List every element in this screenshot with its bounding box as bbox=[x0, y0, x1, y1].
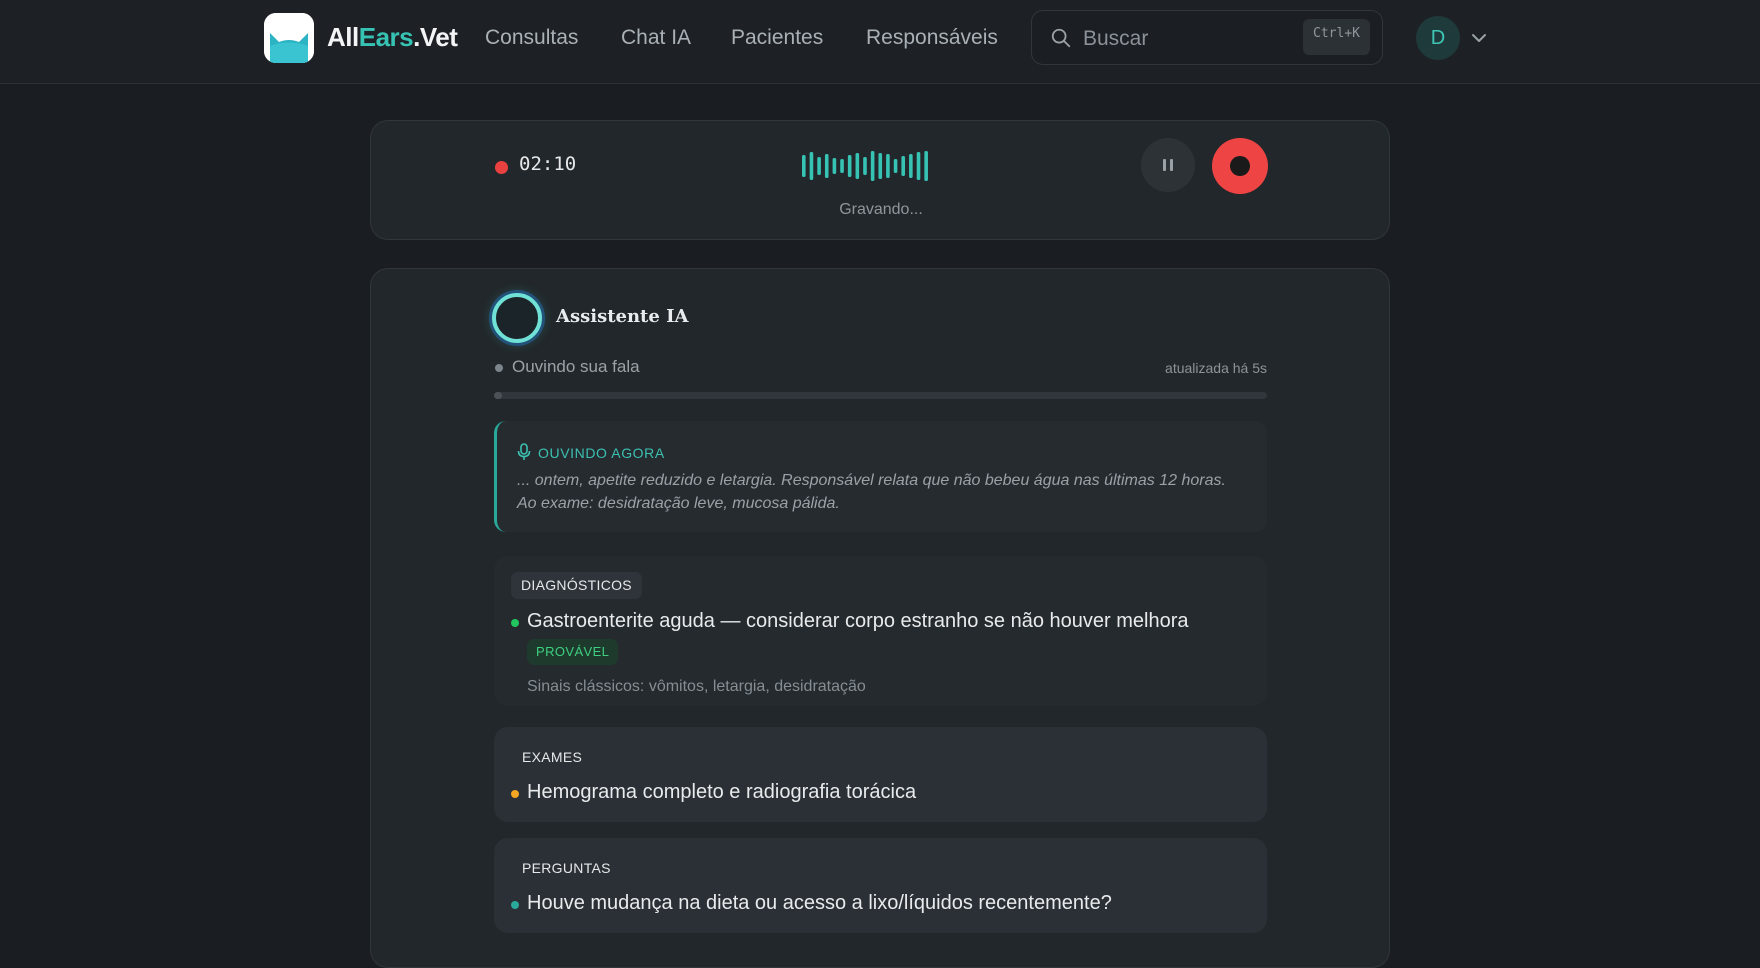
recording-indicator-dot bbox=[495, 161, 508, 174]
questions-heading: PERGUNTAS bbox=[522, 860, 611, 876]
top-navbar: AllEars.Vet Consultas Chat IA Pacientes … bbox=[0, 0, 1760, 84]
assistant-title: Assistente IA bbox=[556, 306, 689, 327]
waveform-bar bbox=[901, 156, 906, 176]
recording-timer: 02:10 bbox=[519, 153, 577, 175]
pause-button[interactable] bbox=[1141, 138, 1195, 192]
brand-part-all: All bbox=[327, 22, 359, 52]
search-placeholder: Buscar bbox=[1083, 27, 1149, 50]
progress-bar bbox=[494, 392, 1267, 399]
ai-orb-icon bbox=[492, 293, 542, 343]
waveform-bar bbox=[870, 151, 875, 181]
assistant-state: Ouvindo sua fala bbox=[512, 357, 640, 376]
waveform-bar bbox=[802, 155, 806, 177]
stop-recording-button[interactable] bbox=[1212, 138, 1268, 194]
exam-bullet bbox=[511, 790, 519, 798]
probability-badge: PROVÁVEL bbox=[527, 639, 619, 665]
diagnosis-bullet bbox=[511, 619, 519, 627]
waveform-bar bbox=[824, 154, 829, 178]
search-shortcut-hint: Ctrl+K bbox=[1303, 19, 1370, 55]
nav-consultas[interactable]: Consultas bbox=[485, 26, 578, 50]
search-input[interactable]: Buscar Ctrl+K bbox=[1031, 10, 1383, 65]
app-logo[interactable] bbox=[264, 13, 314, 63]
live-transcript-heading: OUVINDO AGORA bbox=[538, 445, 665, 461]
state-dot bbox=[495, 364, 503, 372]
diagnosis-detail: Sinais clássicos: vômitos, letargia, des… bbox=[527, 678, 866, 695]
nav-pacientes[interactable]: Pacientes bbox=[731, 26, 823, 50]
search-icon bbox=[1051, 28, 1071, 48]
exams-heading: EXAMES bbox=[522, 749, 583, 765]
diagnosis-item: Gastroenterite aguda — considerar corpo … bbox=[527, 610, 1189, 632]
audio-waveform bbox=[802, 151, 928, 181]
waveform-bar bbox=[893, 159, 898, 173]
pause-icon bbox=[1163, 159, 1173, 171]
waveform-bar bbox=[909, 154, 913, 178]
recording-panel: 02:10 Gravando... bbox=[370, 120, 1390, 240]
live-transcript-box: OUVINDO AGORA ... ontem, apetite reduzid… bbox=[494, 421, 1267, 532]
waveform-bar bbox=[847, 155, 852, 177]
chevron-down-icon[interactable] bbox=[1470, 29, 1488, 47]
waveform-bar bbox=[840, 159, 844, 173]
waveform-bar bbox=[809, 152, 814, 180]
waveform-bar bbox=[916, 152, 921, 180]
question-bullet bbox=[511, 901, 519, 909]
waveform-bar bbox=[855, 153, 860, 179]
waveform-bar bbox=[817, 157, 821, 175]
questions-card: PERGUNTAS Houve mudança na dieta ou aces… bbox=[494, 838, 1267, 933]
progress-fill bbox=[494, 392, 502, 399]
recording-status: Gravando... bbox=[839, 201, 923, 218]
waveform-bar bbox=[863, 157, 867, 175]
stop-icon bbox=[1230, 156, 1250, 176]
ai-assistant-panel: Assistente IA Ouvindo sua fala atualizad… bbox=[370, 268, 1390, 968]
brand-part-ears: Ears bbox=[358, 22, 414, 52]
diagnoses-heading: DIAGNÓSTICOS bbox=[511, 572, 642, 599]
waveform-bar bbox=[832, 158, 837, 174]
cat-logo-icon bbox=[264, 13, 314, 63]
brand-part-vet: .Vet bbox=[413, 22, 458, 52]
nav-chat-ia[interactable]: Chat IA bbox=[621, 26, 691, 50]
waveform-bar bbox=[878, 153, 883, 179]
question-item: Houve mudança na dieta ou acesso a lixo/… bbox=[527, 892, 1112, 914]
waveform-bar bbox=[924, 151, 928, 181]
waveform-bar bbox=[886, 154, 890, 178]
live-transcript-text: ... ontem, apetite reduzido e letargia. … bbox=[517, 472, 1226, 512]
diagnoses-card: DIAGNÓSTICOS Gastroenterite aguda — cons… bbox=[494, 556, 1267, 706]
user-avatar[interactable]: D bbox=[1416, 16, 1460, 60]
microphone-icon bbox=[517, 443, 531, 460]
updated-timestamp: atualizada há 5s bbox=[1165, 360, 1267, 376]
brand-name[interactable]: AllEars.Vet bbox=[327, 22, 458, 53]
exam-item: Hemograma completo e radiografia torácic… bbox=[527, 781, 917, 803]
nav-responsaveis[interactable]: Responsáveis bbox=[866, 26, 998, 50]
exams-card: EXAMES Hemograma completo e radiografia … bbox=[494, 727, 1267, 822]
